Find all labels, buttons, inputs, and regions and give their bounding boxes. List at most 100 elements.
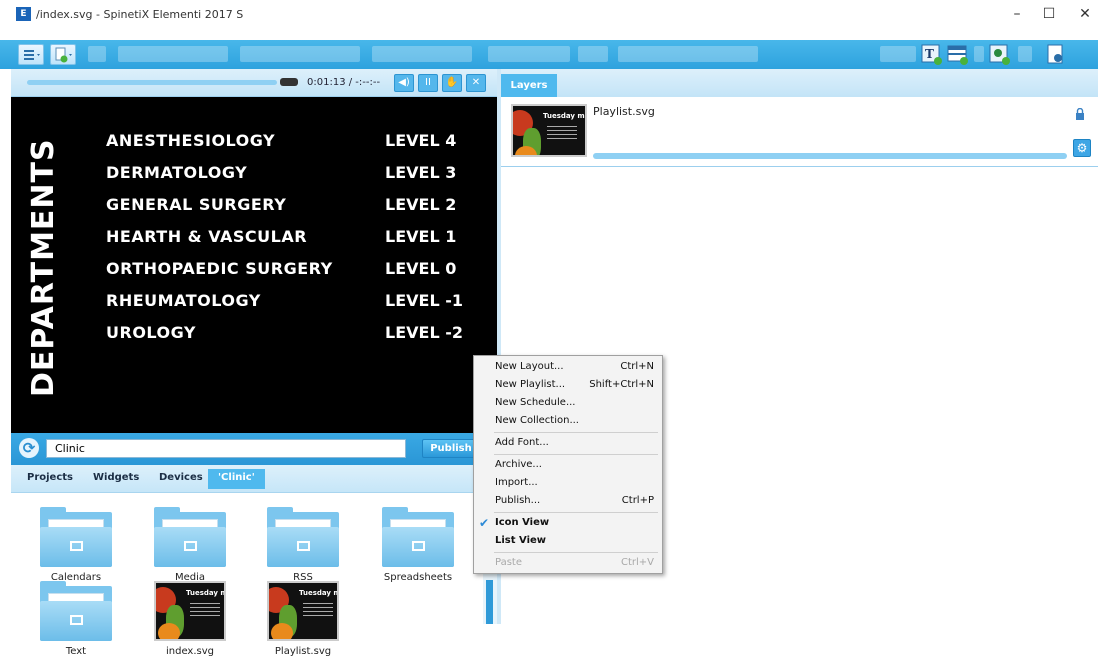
department-level: LEVEL 2 (385, 195, 457, 214)
menu-item-list-view[interactable]: List View (474, 532, 662, 550)
menu-separator (494, 454, 658, 455)
folder-icon (154, 507, 226, 567)
tab-widgets[interactable]: Widgets (93, 472, 139, 483)
department-name: RHEUMATOLOGY (106, 291, 261, 310)
font-size-select[interactable] (578, 46, 608, 62)
new-file-icon[interactable] (50, 44, 76, 65)
format-tools-group[interactable] (240, 46, 360, 62)
menu-item-import[interactable]: Import... (474, 474, 662, 492)
department-name: DERMATOLOGY (106, 163, 248, 182)
department-name: UROLOGY (106, 323, 197, 342)
item-label: Spreadsheets (383, 572, 453, 583)
browser-scrollbar-thumb[interactable] (486, 580, 493, 624)
tab-devices[interactable]: Devices (159, 472, 203, 483)
item-label: index.svg (165, 646, 214, 657)
add-text-icon[interactable]: T (920, 43, 944, 66)
menu-item-add-font[interactable]: Add Font... (474, 434, 662, 452)
layers-header: Layers (501, 69, 1098, 97)
window-title: /index.svg - SpinetiX Elementi 2017 S (36, 8, 244, 21)
folder-spreadsheets[interactable]: Spreadsheets (373, 507, 463, 583)
app-logo-icon: E (16, 7, 31, 21)
thumbnail-title: Tuesday men (543, 112, 585, 120)
add-table-icon[interactable] (946, 43, 970, 66)
folder-icon (267, 507, 339, 567)
item-label: Playlist.svg (274, 646, 332, 657)
pause-button[interactable]: II (418, 74, 438, 92)
text-style-group[interactable] (618, 46, 758, 62)
edit-tools-group[interactable] (118, 46, 228, 62)
separator-icon (974, 46, 984, 62)
folder-icon (40, 507, 112, 567)
document-settings-icon[interactable] (1044, 43, 1068, 66)
layer-item[interactable]: Tuesday men Playlist.svg ⚙ (501, 97, 1098, 167)
department-name: HEARTH & VASCULAR (106, 227, 308, 246)
folder-icon (382, 507, 454, 567)
menu-item-paste: Paste Ctrl+V (495, 557, 654, 568)
preview-canvas[interactable]: DEPARTMENTS ANESTHESIOLOGY LEVEL 4 DERMATO… (11, 97, 497, 433)
menu-item-archive[interactable]: Archive... (474, 456, 662, 474)
item-label: Text (65, 646, 87, 657)
folder-rss[interactable]: RSS (258, 507, 348, 583)
menu-item-icon-view[interactable]: ✔ Icon View (474, 514, 662, 532)
department-name: GENERAL SURGERY (106, 195, 287, 214)
folder-media[interactable]: Media (145, 507, 235, 583)
save-icon[interactable] (88, 46, 106, 62)
tab-projects[interactable]: Projects (27, 472, 73, 483)
tab-layers[interactable]: Layers (501, 74, 557, 97)
left-panel: 0:01:13 / -:--:-- ◀) II ✋ ✕ DEPARTMENTS … (11, 69, 497, 657)
search-input[interactable] (46, 439, 406, 458)
menu-icon[interactable] (18, 44, 44, 65)
gear-icon[interactable]: ⚙ (1073, 139, 1091, 157)
publish-button[interactable]: Publish (422, 439, 480, 458)
player-controls: 0:01:13 / -:--:-- ◀) II ✋ ✕ (11, 69, 497, 97)
folder-icon (40, 581, 112, 641)
department-name: ORTHOPAEDIC SURGERY (106, 259, 333, 278)
font-family-select[interactable] (488, 46, 570, 62)
menu-separator (494, 512, 658, 513)
department-level: LEVEL -1 (385, 291, 463, 310)
department-level: LEVEL 0 (385, 259, 457, 278)
playback-stop-icon[interactable] (280, 78, 298, 86)
refresh-icon[interactable]: ⟳ (19, 438, 39, 458)
file-browser: Calendars Media RSS Spreadsheets Text Tu… (11, 493, 497, 657)
department-level: LEVEL 4 (385, 131, 457, 150)
departments-heading: DEPARTMENTS (26, 138, 61, 397)
department-level: LEVEL -2 (385, 323, 463, 342)
thumbnail-title: Tuesday menu (186, 589, 224, 597)
menu-separator (494, 432, 658, 433)
playback-progress[interactable] (27, 80, 277, 85)
hand-tool-icon[interactable]: ✋ (442, 74, 462, 92)
context-menu: New Layout... Ctrl+N New Playlist... Shift… (473, 355, 663, 574)
folder-text[interactable]: Text (31, 581, 121, 657)
menu-item-new-layout[interactable]: New Layout... Ctrl+N (474, 358, 662, 376)
volume-icon[interactable]: ◀) (394, 74, 414, 92)
align-tools-group[interactable] (372, 46, 472, 62)
add-image-icon[interactable] (988, 43, 1012, 66)
disabled-tool-icon (1018, 46, 1032, 62)
playback-time: 0:01:13 / -:--:-- (307, 77, 381, 88)
tab-clinic[interactable]: 'Clinic' (208, 469, 265, 489)
insert-tools-group[interactable] (880, 46, 916, 62)
department-name: ANESTHESIOLOGY (106, 131, 276, 150)
department-level: LEVEL 1 (385, 227, 457, 246)
layer-progress (593, 153, 1067, 159)
menu-item-new-schedule[interactable]: New Schedule... (474, 394, 662, 412)
file-playlist-svg[interactable]: Tuesday men Playlist.svg (258, 581, 348, 657)
menu-item-new-collection[interactable]: New Collection... (474, 412, 662, 430)
file-index-svg[interactable]: Tuesday menu index.svg (145, 581, 235, 657)
menu-item-new-playlist[interactable]: New Playlist... Shift+Ctrl+N (474, 376, 662, 394)
layer-name: Playlist.svg (593, 105, 655, 118)
svg-thumbnail: Tuesday men (267, 581, 339, 641)
checkmark-icon: ✔ (479, 516, 490, 530)
menu-item-publish[interactable]: Publish... Ctrl+P (474, 492, 662, 510)
svg-text:T: T (925, 47, 934, 61)
close-preview-button[interactable]: ✕ (466, 74, 486, 92)
thumbnail-title: Tuesday men (299, 589, 337, 597)
lock-icon[interactable] (1075, 107, 1085, 120)
menu-separator (494, 552, 658, 553)
layer-thumbnail: Tuesday men (511, 104, 587, 157)
svg-thumbnail: Tuesday menu (154, 581, 226, 641)
folder-calendars[interactable]: Calendars (31, 507, 121, 583)
title-bar: E /index.svg - SpinetiX Elementi 2017 S … (0, 0, 1098, 40)
close-button[interactable]: ✕ (1062, 3, 1098, 27)
